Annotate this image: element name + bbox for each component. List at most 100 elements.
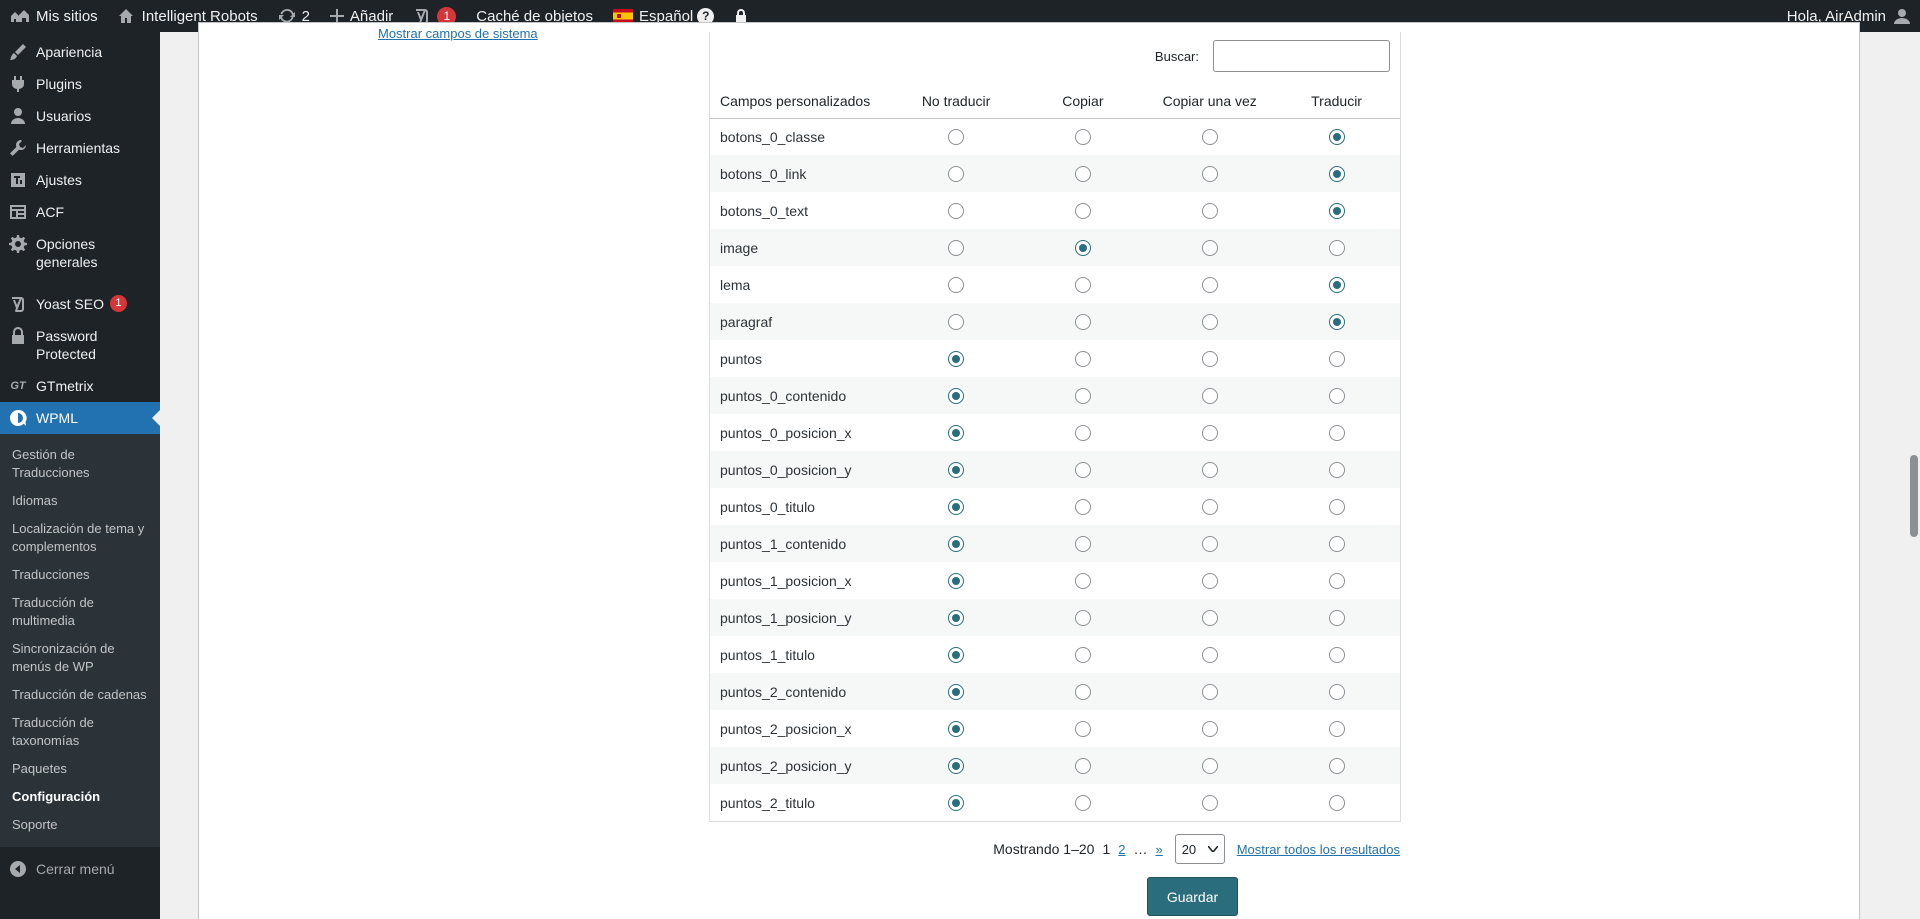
submenu-traduccion-cadenas[interactable]: Traducción de cadenas [0, 681, 160, 709]
radio-no-traducir[interactable] [948, 277, 965, 294]
radio-traducir[interactable] [1328, 499, 1345, 516]
radio-copiar-una-vez[interactable] [1201, 277, 1218, 294]
scrollbar-thumb[interactable] [1910, 455, 1918, 537]
search-input[interactable] [1213, 40, 1390, 72]
radio-copiar-una-vez[interactable] [1201, 240, 1218, 257]
radio-copiar[interactable] [1074, 240, 1091, 257]
radio-no-traducir[interactable] [948, 795, 965, 812]
radio-traducir[interactable] [1328, 721, 1345, 738]
radio-no-traducir[interactable] [948, 721, 965, 738]
sidebar-item-usuarios[interactable]: Usuarios [0, 100, 160, 132]
radio-no-traducir[interactable] [948, 388, 965, 405]
collapse-menu-button[interactable]: Cerrar menú [0, 853, 160, 885]
radio-no-traducir[interactable] [948, 462, 965, 479]
radio-copiar[interactable] [1074, 795, 1091, 812]
submenu-configuracion[interactable]: Configuración [0, 783, 160, 811]
per-page-select[interactable]: 20 [1174, 834, 1225, 864]
radio-no-traducir[interactable] [948, 240, 965, 257]
radio-copiar[interactable] [1074, 536, 1091, 553]
radio-no-traducir[interactable] [948, 203, 965, 220]
sidebar-item-acf[interactable]: ACF [0, 196, 160, 228]
radio-copiar[interactable] [1074, 166, 1091, 183]
radio-traducir[interactable] [1328, 684, 1345, 701]
radio-traducir[interactable] [1328, 462, 1345, 479]
submenu-sincronizacion-menus[interactable]: Sincronización de menús de WP [0, 635, 160, 681]
radio-copiar[interactable] [1074, 758, 1091, 775]
radio-no-traducir[interactable] [948, 610, 965, 627]
radio-copiar[interactable] [1074, 462, 1091, 479]
next-page-link[interactable]: » [1155, 842, 1162, 857]
radio-traducir[interactable] [1328, 351, 1345, 368]
radio-copiar-una-vez[interactable] [1201, 166, 1218, 183]
save-button[interactable]: Guardar [1147, 877, 1238, 916]
radio-no-traducir[interactable] [948, 684, 965, 701]
radio-traducir[interactable] [1328, 536, 1345, 553]
submenu-traducciones[interactable]: Traducciones [0, 561, 160, 589]
show-system-fields-link[interactable]: Mostrar campos de sistema [378, 26, 538, 41]
sidebar-item-ajustes[interactable]: Ajustes [0, 164, 160, 196]
radio-copiar[interactable] [1074, 277, 1091, 294]
sidebar-item-gtmetrix[interactable]: GT GTmetrix [0, 370, 160, 402]
submenu-idiomas[interactable]: Idiomas [0, 487, 160, 515]
radio-traducir[interactable] [1328, 166, 1345, 183]
radio-no-traducir[interactable] [948, 351, 965, 368]
submenu-soporte[interactable]: Soporte [0, 811, 160, 839]
radio-no-traducir[interactable] [948, 573, 965, 590]
radio-traducir[interactable] [1328, 610, 1345, 627]
submenu-gestion-traducciones[interactable]: Gestión de Traducciones [0, 441, 160, 487]
radio-copiar-una-vez[interactable] [1201, 721, 1218, 738]
radio-no-traducir[interactable] [948, 314, 965, 331]
radio-copiar-una-vez[interactable] [1201, 351, 1218, 368]
radio-copiar[interactable] [1074, 203, 1091, 220]
radio-copiar[interactable] [1074, 721, 1091, 738]
radio-traducir[interactable] [1328, 314, 1345, 331]
radio-copiar-una-vez[interactable] [1201, 462, 1218, 479]
radio-copiar[interactable] [1074, 647, 1091, 664]
radio-traducir[interactable] [1328, 240, 1345, 257]
radio-traducir[interactable] [1328, 388, 1345, 405]
radio-copiar[interactable] [1074, 684, 1091, 701]
radio-traducir[interactable] [1328, 203, 1345, 220]
radio-copiar[interactable] [1074, 388, 1091, 405]
radio-no-traducir[interactable] [948, 647, 965, 664]
radio-traducir[interactable] [1328, 647, 1345, 664]
submenu-traduccion-multimedia[interactable]: Traducción de multimedia [0, 589, 160, 635]
radio-copiar-una-vez[interactable] [1201, 499, 1218, 516]
radio-no-traducir[interactable] [948, 425, 965, 442]
radio-copiar-una-vez[interactable] [1201, 425, 1218, 442]
radio-copiar-una-vez[interactable] [1201, 573, 1218, 590]
radio-no-traducir[interactable] [948, 536, 965, 553]
page-2-link[interactable]: 2 [1118, 842, 1125, 857]
sidebar-item-plugins[interactable]: Plugins [0, 68, 160, 100]
radio-copiar[interactable] [1074, 351, 1091, 368]
radio-no-traducir[interactable] [948, 499, 965, 516]
radio-copiar[interactable] [1074, 499, 1091, 516]
radio-no-traducir[interactable] [948, 758, 965, 775]
sidebar-item-apariencia[interactable]: Apariencia [0, 36, 160, 68]
radio-copiar-una-vez[interactable] [1201, 388, 1218, 405]
radio-traducir[interactable] [1328, 277, 1345, 294]
radio-traducir[interactable] [1328, 129, 1345, 146]
submenu-paquetes[interactable]: Paquetes [0, 755, 160, 783]
radio-copiar[interactable] [1074, 129, 1091, 146]
sidebar-item-opciones-generales[interactable]: Opciones generales [0, 228, 160, 278]
radio-copiar-una-vez[interactable] [1201, 758, 1218, 775]
radio-no-traducir[interactable] [948, 166, 965, 183]
radio-copiar-una-vez[interactable] [1201, 536, 1218, 553]
submenu-traduccion-taxonomias[interactable]: Traducción de taxonomías [0, 709, 160, 755]
radio-traducir[interactable] [1328, 795, 1345, 812]
radio-copiar-una-vez[interactable] [1201, 684, 1218, 701]
page-scrollbar[interactable] [1906, 32, 1920, 919]
sidebar-item-wpml[interactable]: WPML [0, 402, 160, 434]
my-sites-menu[interactable]: Mis sitios [0, 0, 108, 32]
sidebar-item-password-protected[interactable]: Password Protected [0, 320, 160, 370]
radio-copiar[interactable] [1074, 610, 1091, 627]
radio-traducir[interactable] [1328, 573, 1345, 590]
show-all-results-link[interactable]: Mostrar todos los resultados [1237, 842, 1400, 857]
submenu-localizacion[interactable]: Localización de tema y complementos [0, 515, 160, 561]
radio-copiar[interactable] [1074, 425, 1091, 442]
radio-copiar-una-vez[interactable] [1201, 203, 1218, 220]
radio-copiar-una-vez[interactable] [1201, 647, 1218, 664]
radio-copiar-una-vez[interactable] [1201, 129, 1218, 146]
radio-copiar[interactable] [1074, 314, 1091, 331]
